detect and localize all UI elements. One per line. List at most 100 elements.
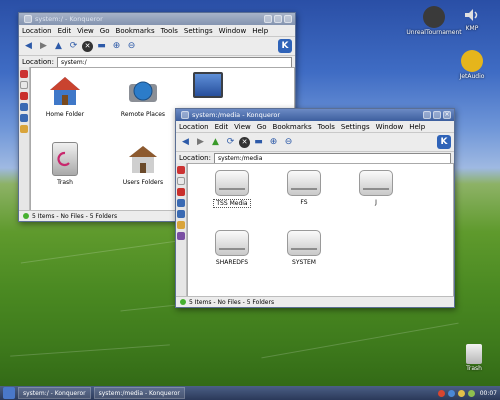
window-menu-icon[interactable] [24,15,32,23]
reload-icon[interactable]: ⟳ [67,40,80,53]
maximize-button[interactable] [433,111,441,119]
network-tab-icon[interactable] [177,199,185,207]
menu-help[interactable]: Help [252,27,268,35]
menu-view[interactable]: View [77,27,94,35]
desktop-icon-trash[interactable]: Trash [452,344,496,372]
menu-location[interactable]: Location [22,27,52,35]
file-item-fs[interactable]: FS [274,170,334,206]
tray-network-icon[interactable] [447,389,455,397]
location-input[interactable]: system:/media [213,152,451,164]
menu-edit[interactable]: Edit [58,27,72,35]
kde-logo-icon: K [278,39,292,53]
home-tab-icon[interactable] [177,188,185,196]
zoom-out-icon[interactable]: ⊖ [125,40,138,53]
desktop-icon-label: KMP [465,25,479,32]
close-button[interactable]: × [443,111,451,119]
zoom-out-icon[interactable]: ⊖ [282,136,295,149]
menu-view[interactable]: View [234,123,251,131]
konqueror-window-media[interactable]: system:/media - Konqueror × Location Edi… [175,108,455,308]
navigation-panel-tabs [176,163,187,297]
view-mode-icon[interactable]: ▬ [252,136,265,149]
minimize-button[interactable] [264,15,272,23]
menu-window[interactable]: Window [376,123,404,131]
file-item-trash[interactable]: Trash [35,142,95,186]
file-item-label: FS [300,199,308,206]
menu-bookmarks[interactable]: Bookmarks [116,27,155,35]
root-folder-tab-icon[interactable] [177,221,185,229]
root-folder-tab-icon[interactable] [20,125,28,133]
tray-clipboard-icon[interactable] [457,389,465,397]
titlebar[interactable]: system:/media - Konqueror × [176,109,454,121]
file-item-remote-places[interactable]: Remote Places [113,74,173,118]
back-arrow-icon[interactable]: ◀ [22,40,35,53]
file-item-sharedfs[interactable]: SHAREDFS [202,230,262,266]
file-item-system[interactable]: SYSTEM [274,230,334,266]
desktop-icon-kmp[interactable]: KMP [450,6,494,32]
kde-logo-icon: K [437,135,451,149]
tray-volume-icon[interactable] [467,389,475,397]
view-mode-icon[interactable]: ▬ [95,40,108,53]
hard-drive-icon [215,170,249,196]
tray-app-icon[interactable] [437,389,445,397]
grass-streak [10,344,170,357]
menu-settings[interactable]: Settings [341,123,370,131]
menu-go[interactable]: Go [100,27,110,35]
k-menu-button[interactable] [3,387,15,399]
zoom-in-icon[interactable]: ⊕ [110,40,123,53]
home-tab-icon[interactable] [20,92,28,100]
up-arrow-icon[interactable]: ▲ [52,40,65,53]
menu-bookmarks[interactable]: Bookmarks [273,123,312,131]
monitor-icon[interactable] [193,72,223,98]
status-text: 5 Items - No Files - 5 Folders [189,298,275,306]
close-button[interactable] [284,15,292,23]
window-menu-icon[interactable] [181,111,189,119]
menu-tools[interactable]: Tools [318,123,335,131]
stop-icon[interactable]: ✕ [239,136,250,148]
maximize-button[interactable] [274,15,282,23]
menu-settings[interactable]: Settings [184,27,213,35]
media-tab-icon[interactable] [177,232,185,240]
hard-drive-icon [287,230,321,256]
location-input[interactable]: system:/ [56,56,292,68]
menu-location[interactable]: Location [179,123,209,131]
users-folder-icon [126,142,160,176]
music-note-icon [461,50,483,72]
services-tab-icon[interactable] [177,210,185,218]
minimize-button[interactable] [423,111,431,119]
history-tab-icon[interactable] [20,81,28,89]
menu-tools[interactable]: Tools [161,27,178,35]
status-led-icon [180,299,186,305]
stop-icon[interactable]: ✕ [82,40,93,52]
grass-streak [20,237,200,264]
file-view[interactable]: TSS Media FS J SHAREDFS SYSTEM [187,163,454,298]
file-item-label: SHAREDFS [215,259,249,266]
clock[interactable]: 00:07 [480,390,497,397]
network-tab-icon[interactable] [20,103,28,111]
bookmarks-tab-icon[interactable] [177,166,185,174]
desktop-icon-label: Trash [466,365,482,372]
toolbar: ◀ ▶ ▲ ⟳ ✕ ▬ ⊕ ⊖ K [19,37,295,56]
zoom-in-icon[interactable]: ⊕ [267,136,280,149]
desktop-icon-jetaudio[interactable]: JetAudio [448,50,496,80]
taskbar-item-system[interactable]: system:/ - Konqueror [18,387,91,399]
file-item-j[interactable]: J [346,170,406,206]
forward-arrow-icon[interactable]: ▶ [37,40,50,53]
menu-window[interactable]: Window [219,27,247,35]
menu-edit[interactable]: Edit [215,123,229,131]
menu-help[interactable]: Help [409,123,425,131]
history-tab-icon[interactable] [177,177,185,185]
taskbar-item-media[interactable]: system:/media - Konqueror [93,387,185,399]
reload-icon[interactable]: ⟳ [224,136,237,149]
hard-drive-icon [215,230,249,256]
titlebar[interactable]: system:/ - Konqueror [19,13,295,25]
back-arrow-icon[interactable]: ◀ [179,136,192,149]
menu-go[interactable]: Go [257,123,267,131]
file-item-users-folders[interactable]: Users Folders [113,142,173,186]
services-tab-icon[interactable] [20,114,28,122]
grass-streak [261,322,459,359]
bookmarks-tab-icon[interactable] [20,70,28,78]
file-item-tss-media[interactable]: TSS Media [202,170,262,208]
forward-arrow-icon[interactable]: ▶ [194,136,207,149]
file-item-home-folder[interactable]: Home Folder [35,74,95,118]
up-arrow-icon[interactable]: ▲ [209,136,222,149]
